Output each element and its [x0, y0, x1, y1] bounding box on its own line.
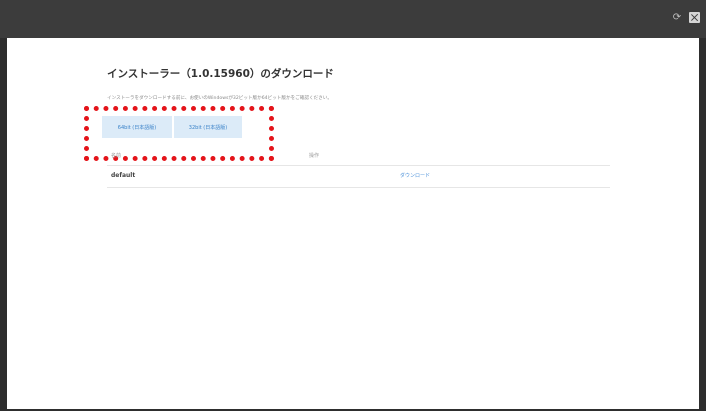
refresh-icon[interactable]: ⟳	[672, 13, 682, 23]
download-link[interactable]: ダウンロード	[400, 172, 430, 179]
download-32bit-button[interactable]: 32bit (日本語版)	[174, 116, 242, 138]
table-header-action: 操作	[309, 153, 320, 159]
window-frame-left	[0, 38, 7, 411]
row-name: default	[111, 172, 136, 179]
page-description: インストーラをダウンロードする前に、お使いのWindowsが32ビット版か64ビ…	[107, 96, 332, 101]
window-frame-right	[699, 38, 706, 411]
table-row: default ダウンロード	[107, 166, 610, 187]
title-bar: ⟳	[0, 0, 706, 38]
close-icon[interactable]	[689, 12, 700, 23]
download-64bit-button[interactable]: 64bit (日本語版)	[102, 116, 172, 138]
table-header-name: 名前	[111, 153, 122, 159]
table-divider	[107, 187, 610, 188]
page-title: インストーラー（1.0.15960）のダウンロード	[107, 68, 334, 80]
content-area: インストーラー（1.0.15960）のダウンロード インストーラをダウンロードす…	[7, 38, 699, 409]
